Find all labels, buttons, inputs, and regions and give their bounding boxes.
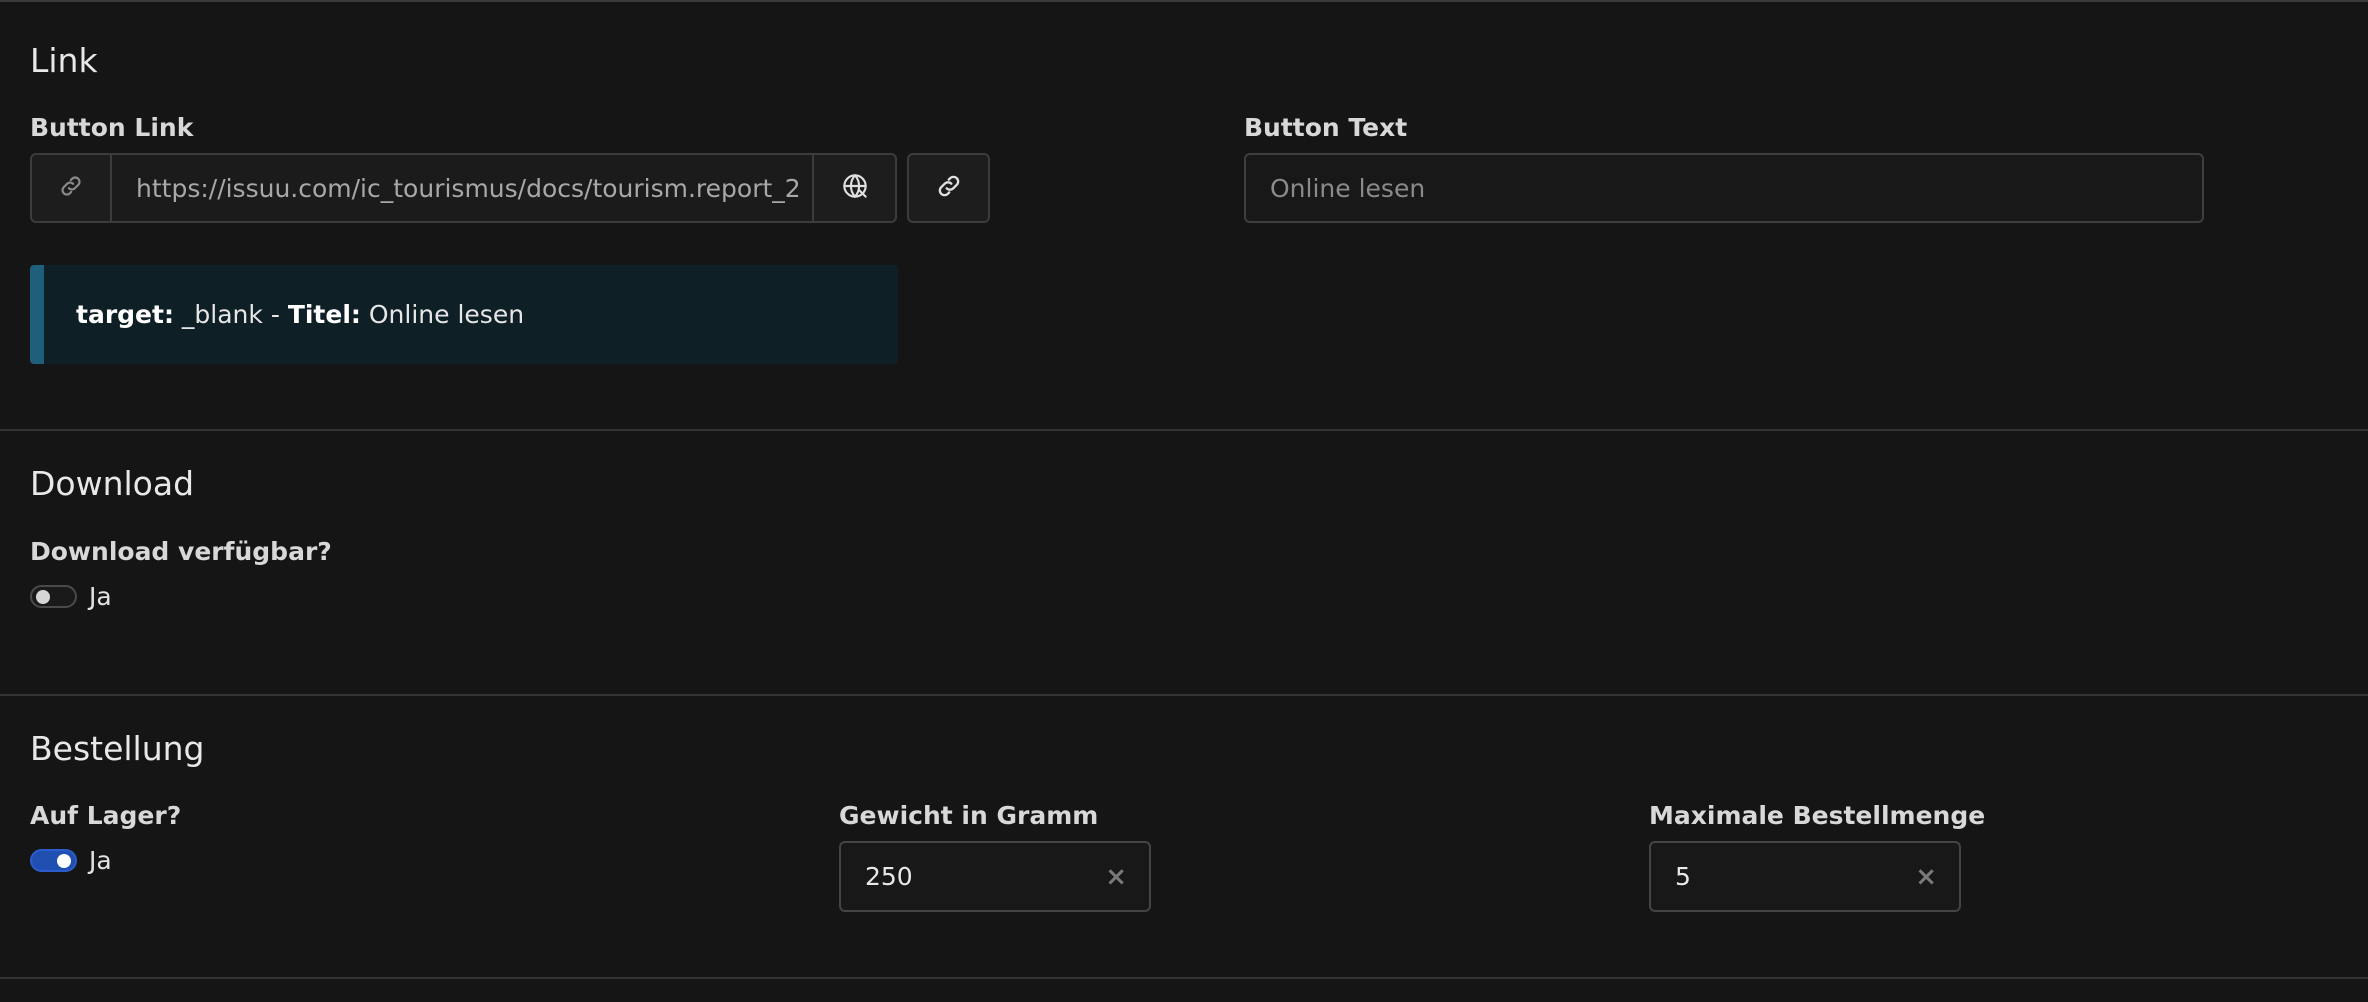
button-link-input-group: https://issuu.com/ic_tourismus/docs/tour… (30, 153, 897, 223)
section-title-link: Link (30, 41, 98, 80)
link-icon (935, 172, 963, 204)
page: Link Button Link https://issuu.com/ic_to… (0, 0, 2368, 1002)
weight-label: Gewicht in Gramm (839, 801, 1099, 830)
in-stock-toggle-label: Ja (89, 846, 112, 875)
link-icon (58, 173, 84, 203)
link-browser-button[interactable] (814, 153, 897, 223)
section-divider (0, 694, 2368, 696)
download-toggle-label: Ja (89, 582, 112, 611)
section-title-download: Download (30, 464, 195, 503)
section-divider (0, 429, 2368, 431)
toggle-knob (36, 590, 50, 604)
download-available-label: Download verfügbar? (30, 537, 332, 566)
max-qty-input[interactable]: 5 × (1649, 841, 1961, 912)
clear-icon[interactable]: × (1105, 864, 1127, 890)
link-info-box: target: _blank - Titel: Online lesen (30, 265, 898, 364)
link-wizard-button[interactable] (907, 153, 990, 223)
in-stock-toggle[interactable] (30, 849, 77, 872)
download-toggle-row: Ja (30, 582, 112, 611)
info-target-value: _blank (181, 300, 263, 329)
toggle-knob (57, 854, 71, 868)
info-separator: - (270, 300, 280, 329)
weight-input[interactable]: 250 × (839, 841, 1151, 912)
info-target-key: target: (76, 300, 174, 329)
section-divider (0, 977, 2368, 979)
button-text-label: Button Text (1244, 113, 1408, 142)
button-link-input[interactable]: https://issuu.com/ic_tourismus/docs/tour… (112, 153, 814, 223)
section-title-order: Bestellung (30, 729, 205, 768)
weight-value: 250 (865, 862, 913, 891)
download-toggle[interactable] (30, 585, 77, 608)
button-text-input[interactable]: Online lesen (1244, 153, 2204, 223)
link-browser-icon (839, 170, 871, 206)
button-link-label: Button Link (30, 113, 194, 142)
in-stock-label: Auf Lager? (30, 801, 182, 830)
link-icon-addon (30, 153, 112, 223)
info-title-value: Online lesen (368, 300, 525, 329)
in-stock-toggle-row: Ja (30, 846, 112, 875)
max-qty-label: Maximale Bestellmenge (1649, 801, 1986, 830)
info-title-key: Titel: (287, 300, 361, 329)
clear-icon[interactable]: × (1915, 864, 1937, 890)
max-qty-value: 5 (1675, 862, 1691, 891)
